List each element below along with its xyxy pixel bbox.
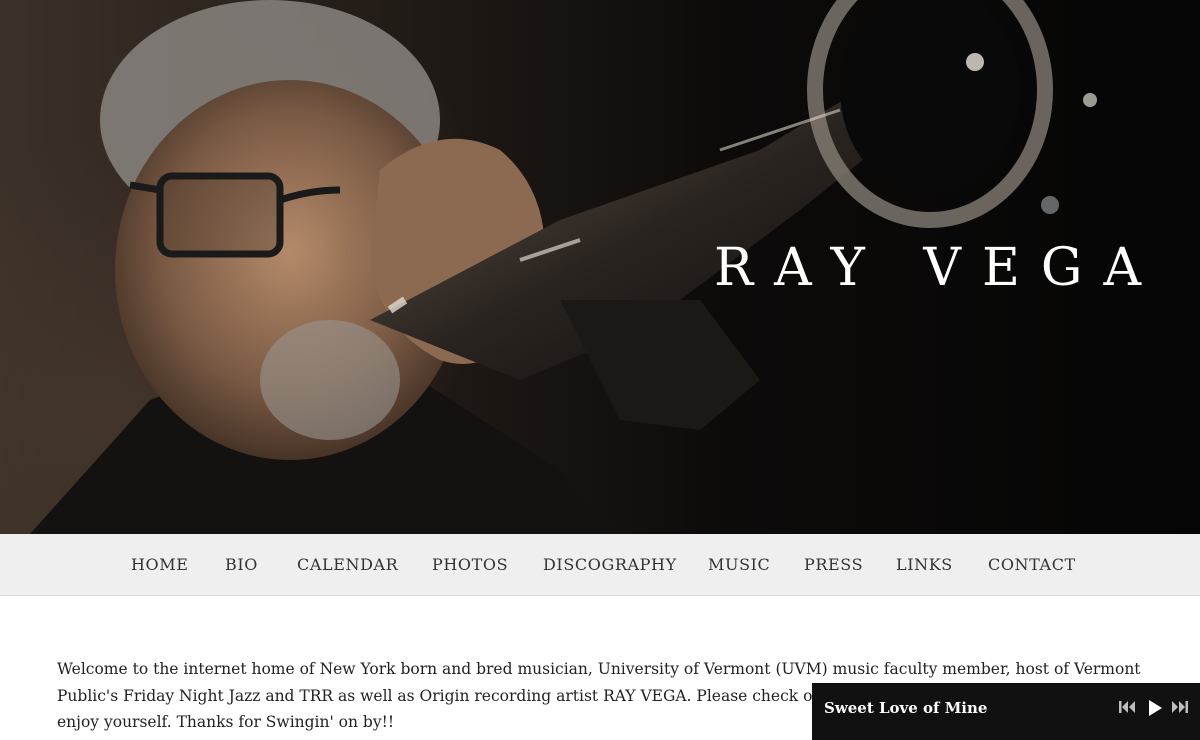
- next-icon[interactable]: [1171, 699, 1189, 715]
- nav-item-photos[interactable]: PHOTOS: [432, 555, 508, 574]
- music-player: Sweet Love of Mine: [812, 683, 1200, 740]
- nav-item-music[interactable]: MUSIC: [708, 555, 770, 574]
- play-icon[interactable]: [1146, 699, 1164, 717]
- intro-line-2: Public's Friday Night Jazz and TRR as we…: [57, 686, 829, 705]
- nav-item-links[interactable]: LINKS: [896, 555, 953, 574]
- hero-banner: RAY VEGA: [0, 0, 1200, 534]
- intro-line-1: Welcome to the internet home of New York…: [57, 660, 1141, 678]
- previous-icon[interactable]: [1118, 699, 1136, 715]
- nav-item-press[interactable]: PRESS: [804, 555, 863, 574]
- track-title: Sweet Love of Mine: [824, 699, 988, 717]
- nav-item-calendar[interactable]: CALENDAR: [297, 555, 398, 574]
- nav-item-discography[interactable]: DISCOGRAPHY: [543, 555, 677, 574]
- site-title: RAY VEGA: [713, 238, 1162, 298]
- main-nav: HOME BIO CALENDAR PHOTOS DISCOGRAPHY MUS…: [0, 534, 1200, 596]
- intro-line-3: enjoy yourself. Thanks for Swingin' on b…: [57, 713, 395, 731]
- nav-item-home[interactable]: HOME: [131, 555, 189, 574]
- nav-item-contact[interactable]: CONTACT: [988, 555, 1076, 574]
- nav-item-bio[interactable]: BIO: [225, 555, 258, 574]
